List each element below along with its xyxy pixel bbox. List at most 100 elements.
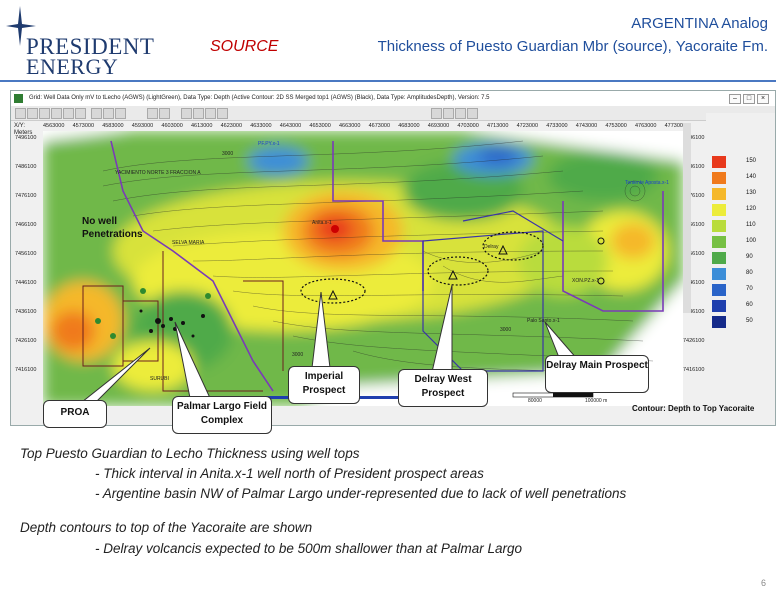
tool-refresh-icon[interactable] [205, 108, 216, 119]
legend-value: 90 [746, 254, 753, 260]
x-tick-label: 4663000 [339, 123, 361, 129]
tool-select-icon[interactable] [15, 108, 26, 119]
bullet-4: Depth contours to top of the Yacoraite a… [20, 520, 313, 535]
tool-zoom-out-icon[interactable] [51, 108, 62, 119]
delray-main-prospect-callout: Delray Main Prospect [545, 355, 649, 393]
x-tick-label: 4703000 [457, 123, 479, 129]
xy-label: X/Y: [14, 123, 26, 129]
tool-contour-icon[interactable] [103, 108, 114, 119]
minimize-button[interactable]: – [729, 94, 741, 104]
source-label: SOURCE [210, 38, 279, 55]
legend-swatch [712, 300, 726, 312]
y-tick-label: 7486100 [15, 164, 37, 170]
x-tick-label: 4603000 [161, 123, 183, 129]
y-tick-label: 7496100 [15, 135, 37, 141]
tool-zoom-in-icon[interactable] [39, 108, 50, 119]
delray-west-prospect-callout: Delray West Prospect [398, 369, 488, 407]
no-well-penetrations-label: No well Penetrations [82, 216, 143, 240]
tool-settings-icon[interactable] [467, 108, 478, 119]
x-tick-label: 4733000 [546, 123, 568, 129]
y-axis-left: 7496100 7486100 7476100 7466100 7456100 74461… [11, 135, 45, 405]
scale-label: 80000 [528, 398, 542, 404]
y-tick-label: 7476100 [15, 193, 37, 199]
bullet-5: - Delray volcancis expected to be 500m s… [95, 541, 522, 556]
legend-swatch [712, 252, 726, 264]
tool-fault-icon[interactable] [147, 108, 158, 119]
legend-swatch [712, 316, 726, 328]
x-tick-label: 4743000 [575, 123, 598, 129]
legend-value: 110 [746, 222, 756, 228]
well-label: YACIMIENTO NORTE 3 FRACCION A [115, 170, 201, 176]
toolbar [11, 106, 775, 121]
x-tick-label: 4653000 [309, 123, 331, 129]
legend-swatch [712, 188, 726, 200]
tool-print-icon[interactable] [75, 108, 86, 119]
legend-swatch [712, 172, 726, 184]
slide-title-line2: Thickness of Puesto Guardian Mbr (source… [377, 38, 768, 55]
scale-label: 100000 m [585, 398, 608, 404]
imperial-prospect-callout: Imperial Prospect [288, 366, 360, 404]
legend-swatch [712, 204, 726, 216]
x-tick-label: 4633000 [250, 123, 272, 129]
x-tick-label: 4763000 [635, 123, 657, 129]
bullet-1: Top Puesto Guardian to Lecho Thickness u… [20, 446, 360, 461]
y-tick-label-right: 7426100 [683, 338, 705, 344]
tool-polygon-icon[interactable] [159, 108, 170, 119]
tool-edit-icon[interactable] [455, 108, 466, 119]
contour-value: 3000 [500, 327, 512, 333]
y-tick-label: 7426100 [15, 338, 37, 344]
x-tick-label: 4683000 [398, 123, 420, 129]
tool-measure-icon[interactable] [63, 108, 74, 119]
x-tick-label: 4563000 [43, 123, 65, 129]
legend-value: 100 [746, 238, 757, 244]
x-tick-label: 4713000 [487, 123, 509, 129]
page-number: 6 [760, 578, 766, 588]
maximize-button[interactable]: □ [743, 94, 755, 104]
well-label: Delray [484, 244, 499, 250]
legend-value: 120 [746, 206, 757, 212]
legend-swatch [712, 236, 726, 248]
x-tick-label: 4613000 [191, 123, 213, 129]
x-tick-label: 4583000 [102, 123, 124, 129]
logo-line2: ENERGY [26, 54, 119, 79]
tool-wells-icon[interactable] [115, 108, 126, 119]
palmar-largo-callout: Palmar Largo Field Complex [172, 396, 272, 434]
tool-digitize-icon[interactable] [443, 108, 454, 119]
y-tick-label: 7436100 [15, 309, 37, 315]
y-tick-label: 7416100 [15, 367, 37, 373]
legend-value: 140 [746, 174, 757, 180]
x-tick-label: 4693000 [427, 123, 450, 129]
legend-swatch [712, 220, 726, 232]
slide-title-line1: ARGENTINA Analog [631, 15, 768, 32]
well-label: PF.PY.x-1 [258, 141, 280, 147]
tool-layers-icon[interactable] [217, 108, 228, 119]
well-label: Teniente Aposta.x-1 [625, 180, 669, 186]
app-icon [14, 94, 23, 103]
well-label: SELVA MARIA [172, 240, 205, 246]
y-tick-label: 7446100 [15, 280, 37, 286]
x-tick-label: 4623000 [220, 123, 243, 129]
x-tick-label: 4573000 [72, 123, 95, 129]
x-tick-label: 4673000 [368, 123, 391, 129]
close-button[interactable]: × [757, 94, 769, 104]
tool-zoom-window-icon[interactable] [181, 108, 192, 119]
window-title: Grid: Well Data Only mV to tLecho (AGWS)… [29, 95, 490, 101]
well-label: Palo Santo.x-1 [527, 318, 560, 324]
legend-swatch [712, 268, 726, 280]
y-tick-label-right: 7416100 [683, 367, 705, 373]
x-tick-label: 4593000 [131, 123, 154, 129]
legend-value: 80 [746, 270, 753, 276]
tool-pointer-icon[interactable] [431, 108, 442, 119]
x-tick-label: 4643000 [279, 123, 302, 129]
tool-grid-icon[interactable] [91, 108, 102, 119]
tool-pan-icon[interactable] [27, 108, 38, 119]
tool-zoom-fit-icon[interactable] [193, 108, 204, 119]
contour-value: 3000 [222, 151, 234, 157]
contour-value: 3000 [292, 352, 304, 358]
window-titlebar: Grid: Well Data Only mV to tLecho (AGWS)… [11, 91, 775, 107]
well-label: Anita.x-1 [312, 220, 332, 226]
vertical-scrollbar[interactable] [683, 123, 691, 313]
well-label: SURUBI [150, 376, 169, 382]
legend-swatch [712, 156, 726, 168]
legend-value: 150 [746, 158, 757, 164]
